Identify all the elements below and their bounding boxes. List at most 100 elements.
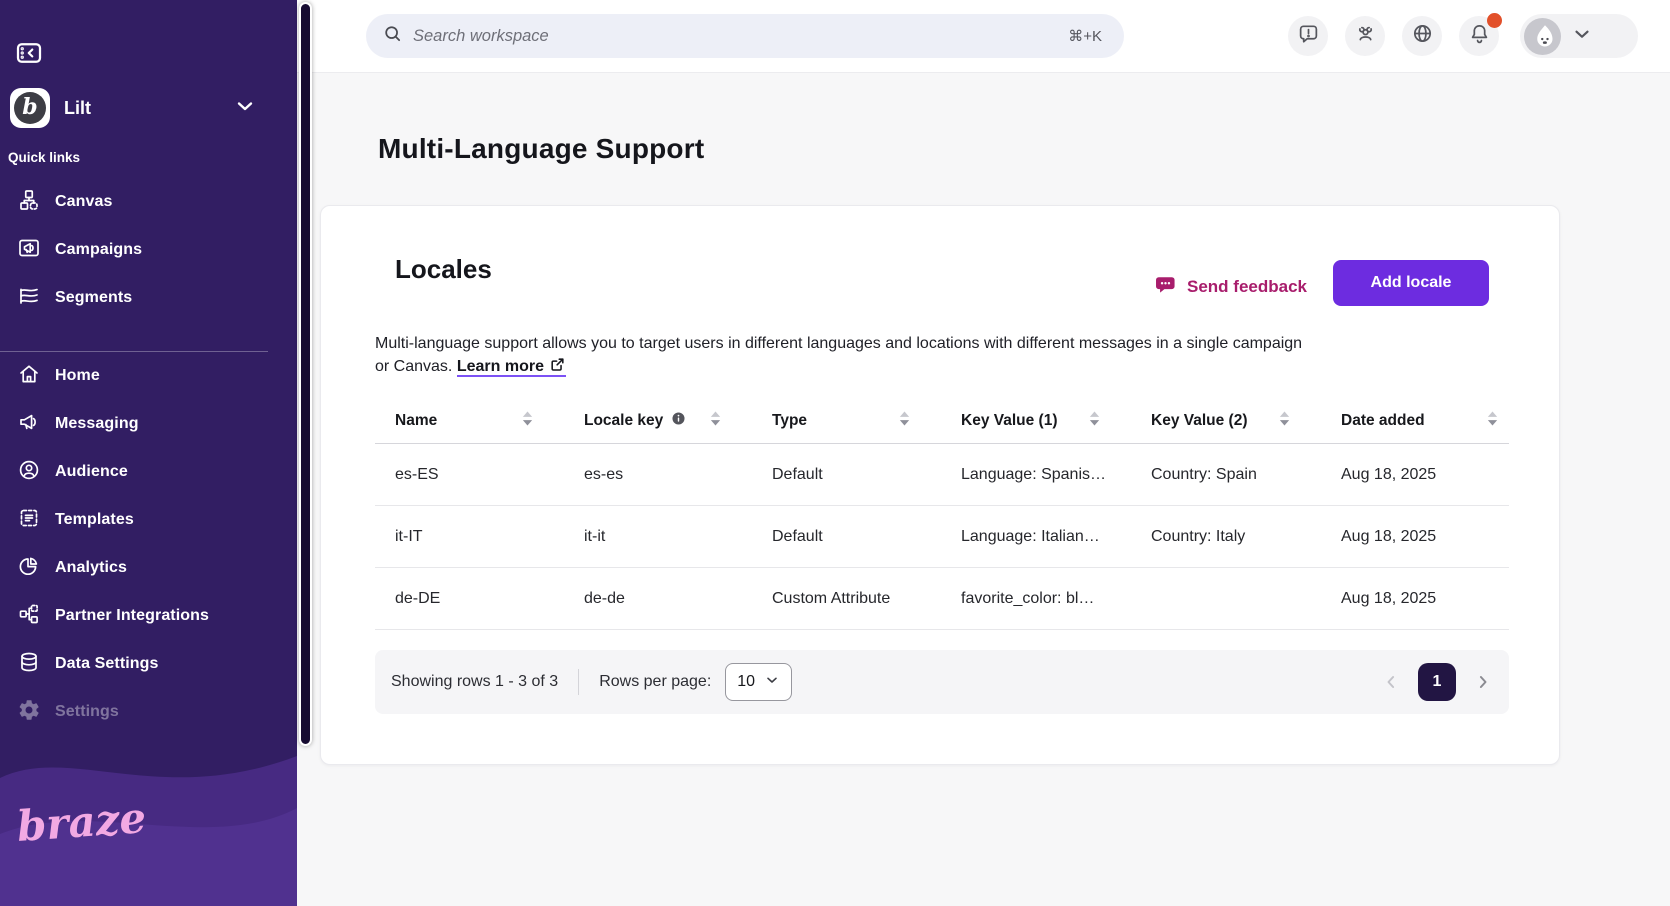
- locales-card: Locales Send feedback Add locale Multi-l…: [320, 205, 1560, 765]
- send-feedback-label: Send feedback: [1187, 277, 1307, 297]
- topbar: ⌘+K: [297, 0, 1670, 73]
- quick-links-heading: Quick links: [8, 150, 80, 165]
- sidebar: b Lilt Quick links Canvas: [0, 0, 297, 906]
- cell-key-value-1: Language: Spanis…: [941, 466, 1131, 484]
- cell-name: de-DE: [375, 590, 564, 608]
- cell-locale-key: it-it: [564, 528, 752, 546]
- pagination: 1: [1381, 663, 1493, 701]
- sort-icon[interactable]: [1088, 410, 1101, 432]
- collapse-sidebar-button[interactable]: [14, 38, 46, 70]
- learn-more-link[interactable]: Learn more: [457, 358, 566, 377]
- feedback-button[interactable]: [1288, 16, 1328, 56]
- workspace-switcher[interactable]: b Lilt: [10, 86, 287, 130]
- sidebar-item-label: Analytics: [55, 559, 127, 577]
- sidebar-item-partner-integrations[interactable]: Partner Integrations: [0, 592, 297, 640]
- column-header-key-value-2: Key Value (2): [1131, 410, 1321, 432]
- info-icon[interactable]: [670, 410, 687, 432]
- analytics-icon: [17, 554, 41, 583]
- bell-icon: [1468, 22, 1491, 50]
- cell-key-value-1: favorite_color: bl…: [941, 590, 1131, 608]
- sort-icon[interactable]: [1278, 410, 1291, 432]
- sidebar-item-data-settings[interactable]: Data Settings: [0, 640, 297, 688]
- cell-key-value-1: Language: Italian…: [941, 528, 1131, 546]
- braze-logo-icon: b: [10, 88, 50, 128]
- sidebar-item-label: Messaging: [55, 415, 139, 433]
- team-button[interactable]: [1345, 16, 1385, 56]
- partner-integrations-icon: [17, 602, 41, 631]
- data-settings-icon: [17, 650, 41, 679]
- notification-badge: [1487, 13, 1502, 28]
- page-title: Multi-Language Support: [378, 133, 704, 165]
- add-locale-button[interactable]: Add locale: [1333, 260, 1489, 306]
- language-button[interactable]: [1402, 16, 1442, 56]
- sidebar-resize-handle[interactable]: [299, 2, 312, 746]
- card-description: Multi-language support allows you to tar…: [375, 332, 1315, 380]
- previous-page-button[interactable]: [1381, 672, 1401, 692]
- search-input[interactable]: [413, 27, 1068, 46]
- current-page-button[interactable]: 1: [1418, 663, 1456, 701]
- table-row[interactable]: it-IT it-it Default Language: Italian… C…: [375, 506, 1509, 568]
- external-link-icon: [549, 360, 566, 377]
- user-menu[interactable]: [1520, 14, 1638, 58]
- locales-table: Name Locale key Type Key Value (1): [375, 398, 1509, 630]
- cell-name: es-ES: [375, 466, 564, 484]
- notifications-button[interactable]: [1459, 16, 1499, 56]
- settings-icon: [17, 698, 41, 727]
- braze-wordmark-text: braze: [16, 795, 146, 851]
- segments-icon: [17, 284, 41, 313]
- next-page-button[interactable]: [1473, 672, 1493, 692]
- sort-icon[interactable]: [709, 410, 722, 432]
- cell-locale-key: es-es: [564, 466, 752, 484]
- sidebar-item-label: Segments: [55, 289, 132, 307]
- sort-icon[interactable]: [521, 410, 534, 432]
- cell-type: Default: [752, 528, 941, 546]
- column-header-date-added: Date added: [1321, 410, 1509, 432]
- sidebar-item-settings[interactable]: Settings: [0, 688, 297, 736]
- campaigns-icon: [17, 236, 41, 265]
- users-group-icon: [1354, 22, 1377, 50]
- table-row[interactable]: de-DE de-de Custom Attribute favorite_co…: [375, 568, 1509, 630]
- table-header-row: Name Locale key Type Key Value (1): [375, 398, 1509, 444]
- sort-icon[interactable]: [898, 410, 911, 432]
- canvas-icon: [17, 188, 41, 217]
- sidebar-item-messaging[interactable]: Messaging: [0, 400, 297, 448]
- chat-bubble-icon: [1153, 272, 1178, 302]
- column-header-key-value-1: Key Value (1): [941, 410, 1131, 432]
- chevron-down-icon: [764, 672, 780, 693]
- showing-rows-text: Showing rows 1 - 3 of 3: [391, 673, 558, 691]
- sidebar-item-audience[interactable]: Audience: [0, 448, 297, 496]
- sidebar-item-label: Campaigns: [55, 241, 142, 259]
- workspace-search[interactable]: ⌘+K: [366, 14, 1124, 58]
- sidebar-item-label: Audience: [55, 463, 128, 481]
- rows-per-page-label: Rows per page:: [599, 673, 711, 691]
- audience-icon: [17, 458, 41, 487]
- cell-key-value-2: Country: Italy: [1131, 528, 1321, 546]
- cell-locale-key: de-de: [564, 590, 752, 608]
- alert-bubble-icon: [1297, 22, 1320, 50]
- sidebar-item-label: Canvas: [55, 193, 113, 211]
- cell-date-added: Aug 18, 2025: [1321, 466, 1509, 484]
- sidebar-item-segments[interactable]: Segments: [0, 274, 297, 322]
- table-row[interactable]: es-ES es-es Default Language: Spanis… Co…: [375, 444, 1509, 506]
- footer-divider: [578, 669, 579, 695]
- chevron-down-icon: [233, 94, 257, 123]
- rows-per-page-select[interactable]: 10: [725, 663, 792, 701]
- sidebar-item-campaigns[interactable]: Campaigns: [0, 226, 297, 274]
- sort-icon[interactable]: [1486, 410, 1499, 432]
- sidebar-item-analytics[interactable]: Analytics: [0, 544, 297, 592]
- braze-wordmark: braze: [16, 795, 146, 864]
- cell-name: it-IT: [375, 528, 564, 546]
- column-header-locale-key: Locale key: [564, 410, 752, 432]
- sidebar-nav: Canvas Campaigns: [0, 178, 297, 736]
- cell-key-value-2: Country: Spain: [1131, 466, 1321, 484]
- sidebar-item-home[interactable]: Home: [0, 352, 297, 400]
- sidebar-item-canvas[interactable]: Canvas: [0, 178, 297, 226]
- cell-date-added: Aug 18, 2025: [1321, 528, 1509, 546]
- chevron-down-icon: [1571, 23, 1593, 50]
- sidebar-item-label: Data Settings: [55, 655, 159, 673]
- templates-icon: [17, 506, 41, 535]
- send-feedback-button[interactable]: Send feedback: [1153, 272, 1307, 302]
- sidebar-item-templates[interactable]: Templates: [0, 496, 297, 544]
- app-screen: b Lilt Quick links Canvas: [0, 0, 1670, 906]
- column-header-type: Type: [752, 410, 941, 432]
